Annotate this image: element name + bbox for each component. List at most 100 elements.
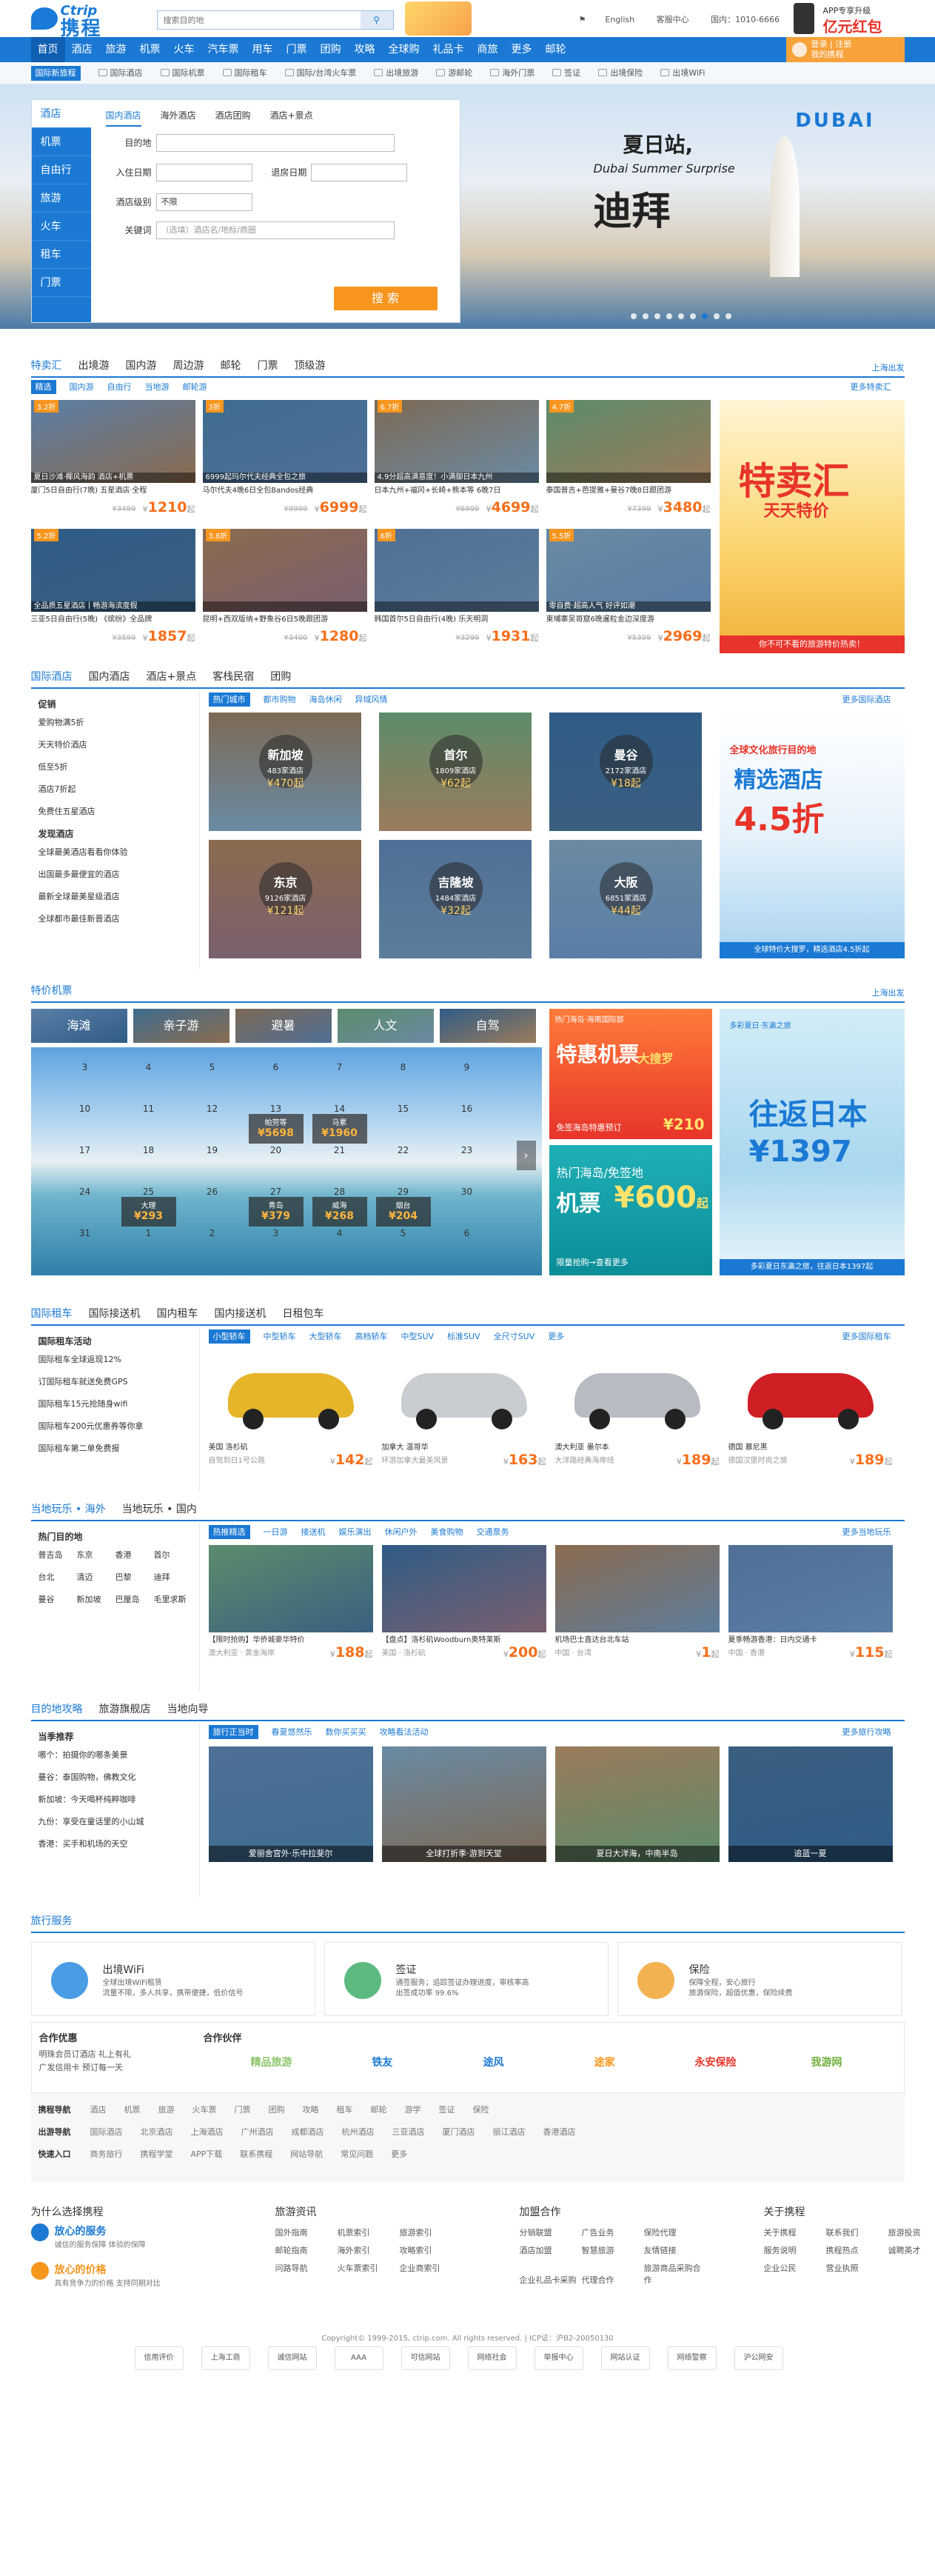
filter-item[interactable]: 接送机 bbox=[301, 1527, 326, 1537]
calendar-day[interactable]: 16 bbox=[435, 1104, 499, 1114]
footer-link[interactable]: 签证 bbox=[439, 2105, 455, 2115]
section-tab[interactable]: 国际接送机 bbox=[89, 1299, 141, 1324]
footer-link[interactable]: 机票索引 bbox=[338, 2226, 400, 2238]
fare-tag[interactable]: 威海 ¥268 bbox=[312, 1197, 367, 1227]
nav-item[interactable]: 首页 bbox=[30, 37, 65, 62]
nav-item[interactable]: 团购 bbox=[314, 37, 348, 62]
filter-item[interactable]: 交通票务 bbox=[477, 1527, 509, 1537]
footer-link[interactable]: 攻略 bbox=[303, 2105, 319, 2115]
section-tab[interactable]: 国内游 bbox=[126, 351, 157, 376]
footer-link[interactable]: 问路导航 bbox=[275, 2262, 338, 2274]
footer-link[interactable]: 火车票索引 bbox=[338, 2262, 400, 2274]
section-tab[interactable]: 国内接送机 bbox=[215, 1299, 267, 1324]
guide-card[interactable]: 夏日大洋海，中南半岛 bbox=[554, 1746, 720, 1862]
nav-item[interactable]: 汽车票 bbox=[201, 37, 246, 62]
sale-card[interactable]: 3折 6999起玛尔代夫经典全包之旅 马尔代夫4晚6日全包Bandos经典 ¥9999… bbox=[202, 400, 367, 524]
section-tab[interactable]: 周边游 bbox=[173, 351, 204, 376]
filter-item[interactable]: 都市购物 bbox=[264, 695, 296, 704]
guide-link[interactable]: 曼谷：泰国购物，佛教文化 bbox=[38, 1771, 199, 1783]
sale-more[interactable]: 更多特卖汇 bbox=[851, 378, 891, 397]
calendar-day[interactable]: 15 bbox=[372, 1104, 435, 1114]
play-dest-link[interactable]: 台北 bbox=[38, 1571, 77, 1583]
city-hotel-card[interactable]: 新加坡 483家酒店 ¥470起 bbox=[208, 713, 361, 831]
hotel-search-button[interactable]: 搜 索 bbox=[333, 287, 438, 310]
section-tab[interactable]: 顶级游 bbox=[295, 351, 326, 376]
partners-p2[interactable]: 广发信用卡 预订每一天 bbox=[39, 2061, 124, 2073]
section-tab[interactable]: 当地玩乐 • 海外 bbox=[31, 1495, 106, 1520]
calendar-day[interactable]: 3 bbox=[244, 1228, 308, 1238]
carousel-dot[interactable] bbox=[689, 313, 696, 319]
hotel-search-tab[interactable]: 酒店+景点 bbox=[270, 110, 313, 125]
search-input[interactable] bbox=[157, 11, 358, 29]
calendar-day[interactable]: 4 bbox=[117, 1062, 181, 1072]
calendar-day[interactable]: 19 bbox=[181, 1145, 244, 1155]
filter-item[interactable]: 全尺寸SUV bbox=[494, 1332, 535, 1341]
section-tab[interactable]: 邮轮 bbox=[221, 351, 241, 376]
trust-seal[interactable]: 网络警察 bbox=[667, 2346, 717, 2370]
fare-tag[interactable]: 大理 ¥293 bbox=[121, 1197, 176, 1227]
calendar-day[interactable]: 5 bbox=[181, 1062, 244, 1072]
nav-item[interactable]: 用车 bbox=[246, 37, 280, 62]
footer-link[interactable]: 更多 bbox=[391, 2149, 407, 2159]
filter-item[interactable]: 更多 bbox=[548, 1332, 564, 1341]
carousel-dot[interactable] bbox=[701, 313, 708, 319]
nav-item[interactable]: 礼品卡 bbox=[426, 37, 471, 62]
footer-link[interactable]: 广州酒店 bbox=[241, 2127, 274, 2137]
carousel-dot[interactable] bbox=[666, 313, 672, 319]
filter-item[interactable]: 自由行 bbox=[107, 382, 132, 392]
login-box[interactable]: 登录 | 注册 我的携程 bbox=[785, 37, 905, 62]
footer-link[interactable]: 邮轮指南 bbox=[275, 2244, 338, 2256]
trust-seal[interactable]: 上海工商 bbox=[201, 2346, 250, 2370]
calendar-day[interactable]: 1 bbox=[117, 1228, 181, 1238]
footer-link[interactable]: 企业商索引 bbox=[400, 2262, 462, 2274]
footer-link[interactable]: 保险 bbox=[473, 2105, 489, 2115]
filter-item[interactable]: 美食购物 bbox=[431, 1527, 463, 1537]
hotel-discover-link[interactable]: 全球都市最佳新晋酒店 bbox=[38, 912, 199, 924]
car-card[interactable]: 美国 洛杉矶 自驾到日1号公路 ¥142起 bbox=[209, 1351, 373, 1481]
footer-link[interactable]: 邮轮 bbox=[371, 2105, 387, 2115]
service-card[interactable]: 签证 通签服务；追踪签证办理进度，审核率高 出签成功率 99.6% bbox=[324, 1942, 609, 2016]
calendar-day[interactable]: 24 bbox=[53, 1187, 117, 1197]
trust-seal[interactable]: 可信网站 bbox=[401, 2346, 450, 2370]
nav-item[interactable]: 商旅 bbox=[471, 37, 505, 62]
play-dest-link[interactable]: 首尔 bbox=[154, 1549, 192, 1561]
guide-card[interactable]: 全球打折季·游到天堂 bbox=[381, 1746, 546, 1862]
calendar-day[interactable]: 31 bbox=[53, 1228, 117, 1238]
section-tab[interactable]: 目的地攻略 bbox=[31, 1695, 83, 1720]
footer-link[interactable]: 联系我们 bbox=[826, 2226, 888, 2238]
flight-theme[interactable]: 海滩 bbox=[30, 1009, 127, 1043]
footer-link[interactable]: 商务旅行 bbox=[90, 2149, 123, 2159]
city-hotel-card[interactable]: 吉隆坡 1484家酒店 ¥32起 bbox=[378, 840, 532, 958]
footer-link[interactable]: 三亚酒店 bbox=[392, 2127, 425, 2137]
sale-departure[interactable]: 上海出发 bbox=[872, 361, 905, 373]
footer-link[interactable]: 团购 bbox=[269, 2105, 285, 2115]
nav-item[interactable]: 酒店 bbox=[65, 37, 99, 62]
calendar-day[interactable]: 21 bbox=[308, 1145, 372, 1155]
car-activity-link[interactable]: 国际租车全球返现12% bbox=[38, 1353, 199, 1365]
calendar-day[interactable]: 4 bbox=[308, 1228, 372, 1238]
checkin-input[interactable] bbox=[155, 164, 252, 181]
footer-link[interactable]: 酒店 bbox=[90, 2105, 107, 2115]
subnav-item[interactable]: 国际/台湾火车票 bbox=[284, 62, 356, 84]
subnav-item[interactable]: 国际租车 bbox=[222, 62, 267, 84]
subnav-item[interactable]: 海外门票 bbox=[490, 62, 534, 84]
calendar-day[interactable]: 2 bbox=[181, 1228, 244, 1238]
nav-item[interactable]: 全球购 bbox=[382, 37, 426, 62]
trust-seal[interactable]: 信用评价 bbox=[134, 2346, 184, 2370]
footer-link[interactable]: 分销联盟 bbox=[520, 2226, 582, 2238]
hotel-search-tab[interactable]: 国内酒店 bbox=[105, 110, 141, 127]
partner-logo[interactable]: 永安保险 bbox=[683, 2049, 748, 2076]
filter-item[interactable]: 数你买买买 bbox=[326, 1727, 366, 1737]
footer-link[interactable]: 机票 bbox=[124, 2105, 141, 2115]
hotel-promo-link[interactable]: 爱购物满5折 bbox=[38, 716, 199, 728]
section-tab[interactable]: 客栈民宿 bbox=[212, 662, 254, 687]
calendar-day[interactable]: 26 bbox=[181, 1187, 244, 1197]
car-activity-link[interactable]: 订国际租车就送免费GPS bbox=[38, 1375, 199, 1387]
search-category[interactable]: 门票 bbox=[31, 269, 91, 297]
play-dest-link[interactable]: 香港 bbox=[115, 1549, 154, 1561]
subnav-item[interactable]: 游邮轮 bbox=[436, 62, 472, 84]
footer-link[interactable]: 厦门酒店 bbox=[443, 2127, 475, 2137]
car-card[interactable]: 澳大利亚 墨尔本 大洋路经典海岸线 ¥189起 bbox=[555, 1351, 720, 1481]
service-link[interactable]: 客服中心 bbox=[657, 15, 689, 24]
calendar-day[interactable]: 9 bbox=[435, 1062, 499, 1072]
